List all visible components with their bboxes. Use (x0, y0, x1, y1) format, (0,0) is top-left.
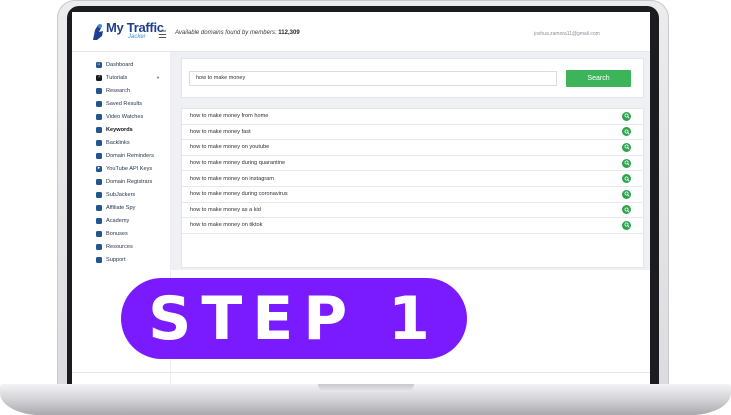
list-item[interactable]: how to make money during coronavirus (182, 187, 643, 203)
sidebar-item-label: Support (106, 256, 126, 263)
spy-icon (96, 204, 102, 211)
key-icon (96, 126, 102, 133)
sidebar-item-label: Video Watches (106, 113, 144, 120)
sidebar-item-label: Tutorials (106, 74, 128, 81)
list-item[interactable]: how to make money from home (182, 109, 643, 125)
logo-hand-icon (93, 24, 103, 40)
sidebar-item-academy[interactable]: Academy (96, 215, 168, 226)
step-banner: STEP 1 (121, 278, 467, 359)
list-item[interactable]: how to make money during quarantine (182, 156, 643, 172)
list-item[interactable]: how to make money fast (182, 125, 643, 141)
sidebar-item-domain-registrars[interactable]: Domain Registrars (96, 176, 168, 187)
sidebar-item-label: Dashboard (106, 61, 134, 68)
sidebar-item-label: Academy (106, 217, 130, 224)
link-icon (96, 139, 102, 146)
sidebar-item-label: Bonuses (106, 230, 128, 237)
available-label: Available domains found by members: (175, 30, 277, 36)
search-go-icon[interactable] (622, 127, 631, 137)
question-icon: ? (96, 74, 102, 81)
search-go-icon[interactable] (622, 189, 631, 199)
sidebar-item-keywords[interactable]: Keywords (96, 124, 168, 135)
sidebar-item-bonuses[interactable]: Bonuses (96, 228, 168, 239)
sidebar-item-label: Research (106, 87, 130, 94)
gift-icon (96, 230, 102, 237)
sidebar-item-backlinks[interactable]: Backlinks (96, 137, 168, 148)
sidebar-item-label: SubJackers (106, 191, 136, 198)
globe-icon (96, 178, 102, 185)
search-go-icon[interactable] (622, 158, 631, 168)
app-logo[interactable]: My Traffic Jacker (88, 20, 164, 48)
keyword-suggestion: how to make money on tiktok (190, 222, 263, 229)
sidebar-item-label: Backlinks (106, 139, 130, 146)
sidebar-item-subjackers[interactable]: SubJackers (96, 189, 168, 200)
users-icon (96, 191, 102, 198)
folder-icon (96, 243, 102, 250)
video-icon (96, 113, 102, 120)
available-domains-stat: Available domains found by members: 112,… (175, 30, 300, 36)
list-item[interactable]: how to make money as a kid (182, 203, 643, 219)
megaphone-icon (96, 256, 102, 263)
youtube-icon: ▸ (96, 165, 102, 172)
sidebar-item-affiliate-spy[interactable]: Affiliate Spy (96, 202, 168, 213)
sidebar-item-dashboard[interactable]: ⌂ Dashboard (96, 59, 168, 70)
search-go-icon[interactable] (622, 111, 631, 121)
sidebar-item-support[interactable]: Support (96, 254, 168, 265)
graduation-icon (96, 217, 102, 224)
keyword-search-input[interactable]: how to make money (189, 71, 557, 86)
sidebar-item-saved-results[interactable]: Saved Results (96, 98, 168, 109)
sidebar-item-label: Domain Registrars (106, 178, 153, 185)
logo-subtitle: Jacker (128, 34, 146, 40)
available-count: 112,309 (278, 30, 300, 36)
home-icon: ⌂ (96, 61, 102, 68)
sidebar-item-label: Resources (106, 243, 133, 250)
keyword-suggestion: how to make money during coronavirus (190, 191, 288, 198)
divider (72, 372, 650, 373)
sidebar-item-label: Domain Reminders (106, 152, 154, 159)
list-item[interactable]: how to make money on youtube (182, 140, 643, 156)
list-item[interactable]: how to make money on instagram (182, 171, 643, 187)
keyword-results-list: how to make money from home how to make … (181, 108, 644, 268)
sidebar-item-domain-reminders[interactable]: Domain Reminders (96, 150, 168, 161)
search-go-icon[interactable] (622, 174, 631, 184)
sidebar-item-youtube-api-keys[interactable]: ▸ YouTube API Keys (96, 163, 168, 174)
top-header: My Traffic Jacker ☰ Available domains fo… (72, 12, 650, 52)
sidebar-item-label: Saved Results (106, 100, 143, 107)
sidebar-item-video-watches[interactable]: Video Watches (96, 111, 168, 122)
bell-icon (96, 152, 102, 159)
sidebar-item-label: Affiliate Spy (106, 204, 136, 211)
search-panel: how to make money Search (181, 58, 644, 98)
chevron-down-icon: ▼ (156, 75, 160, 80)
sidebar-item-label: YouTube API Keys (106, 165, 153, 172)
search-go-icon[interactable] (622, 220, 631, 230)
keyword-suggestion: how to make money as a kid (190, 206, 261, 213)
keyword-suggestion: how to make money on youtube (190, 144, 270, 151)
main-content: how to make money Search how to make mon… (171, 52, 650, 270)
sidebar-item-research[interactable]: Research (96, 85, 168, 96)
keyword-suggestion: how to make money from home (190, 113, 269, 120)
search-icon (96, 87, 102, 94)
list-item[interactable]: how to make money on tiktok (182, 218, 643, 234)
search-go-icon[interactable] (622, 205, 631, 215)
search-button[interactable]: Search (566, 70, 631, 87)
keyword-suggestion: how to make money fast (190, 128, 251, 135)
keyword-suggestion: how to make money during quarantine (190, 160, 286, 167)
logo-title: My Traffic (106, 20, 164, 35)
save-icon (96, 100, 102, 107)
keyword-suggestion: how to make money on instagram (190, 175, 274, 182)
sidebar-item-resources[interactable]: Resources (96, 241, 168, 252)
menu-toggle-icon[interactable]: ☰ (158, 30, 167, 41)
user-email[interactable]: joshua.zamora11@gmail.com (534, 31, 600, 37)
sidebar-item-label: Keywords (106, 126, 133, 133)
search-go-icon[interactable] (622, 142, 631, 152)
laptop-notch (318, 384, 414, 392)
sidebar-item-tutorials[interactable]: ? Tutorials ▼ (96, 72, 168, 83)
